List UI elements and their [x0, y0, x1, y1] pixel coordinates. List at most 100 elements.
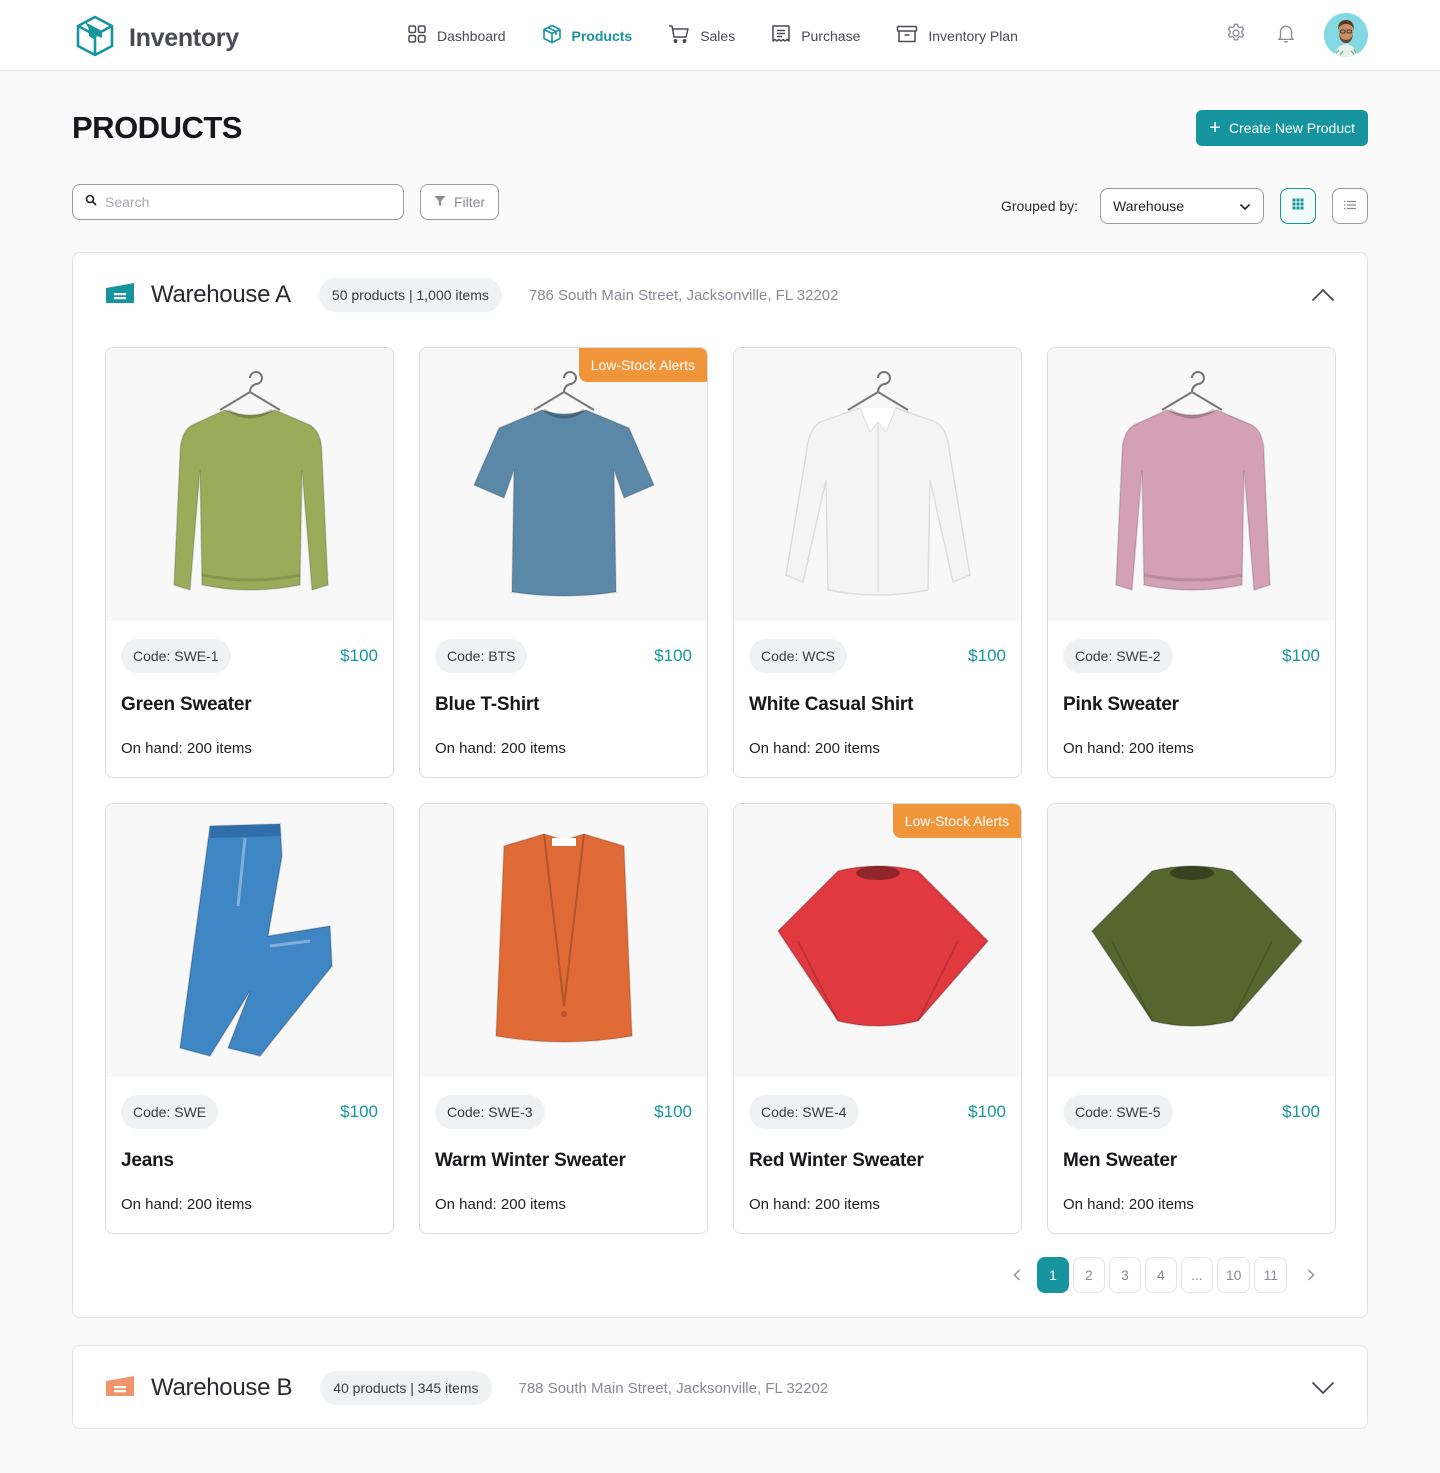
product-price: $100 — [1282, 1102, 1320, 1121]
warehouse-b-header[interactable]: Warehouse B 40 products | 345 items 788 … — [105, 1346, 1337, 1430]
product-on-hand: On hand: 200 items — [121, 1196, 252, 1213]
product-card[interactable]: Code: SWE-1 $100 Green Sweater On hand: … — [105, 347, 394, 778]
product-price: $100 — [654, 646, 692, 665]
product-code: Code: SWE-4 — [749, 1095, 859, 1129]
archive-icon — [896, 24, 928, 47]
product-name: Pink Sweater — [1063, 694, 1179, 715]
filter-icon — [434, 194, 454, 210]
nav-products-label: Products — [571, 27, 633, 44]
header-actions — [1224, 13, 1368, 57]
product-code: Code: SWE — [121, 1095, 219, 1129]
prev-page-button[interactable] — [1001, 1257, 1033, 1293]
search-input[interactable] — [105, 194, 385, 210]
product-card[interactable]: Code: SWE-2 $100 Pink Sweater On hand: 2… — [1047, 347, 1336, 778]
product-on-hand: On hand: 200 items — [1063, 1196, 1194, 1213]
product-code: Code: WCS — [749, 639, 847, 673]
app-logo[interactable]: Inventory — [75, 14, 239, 63]
product-image — [734, 348, 1021, 621]
chevron-down-icon — [1239, 198, 1251, 214]
grid-view-toggle[interactable] — [1280, 188, 1316, 224]
bell-icon — [1275, 22, 1297, 49]
nav-purchase-label: Purchase — [801, 27, 861, 44]
page-ellipsis[interactable]: ... — [1180, 1257, 1213, 1293]
page-button[interactable]: 1 — [1036, 1257, 1069, 1293]
warehouse-a-header[interactable]: Warehouse A 50 products | 1,000 items 78… — [105, 253, 1337, 337]
list-view-toggle[interactable] — [1332, 188, 1368, 224]
product-on-hand: On hand: 200 items — [435, 1196, 566, 1213]
nav-inventory-plan[interactable]: Inventory Plan — [896, 24, 1018, 47]
grouped-by-value: Warehouse — [1113, 198, 1185, 214]
product-code: Code: SWE-1 — [121, 639, 231, 673]
product-on-hand: On hand: 200 items — [435, 740, 566, 757]
product-image — [420, 804, 707, 1077]
product-card[interactable]: Low-Stock Alerts Code: SWE-4 $100 Red Wi… — [733, 803, 1022, 1234]
page-button[interactable]: 4 — [1144, 1257, 1177, 1293]
nav-dashboard[interactable]: Dashboard — [407, 24, 506, 47]
nav-purchase[interactable]: Purchase — [771, 24, 860, 47]
create-new-product-button[interactable]: + Create New Product — [1196, 110, 1368, 146]
page-button[interactable]: 3 — [1108, 1257, 1141, 1293]
search-field[interactable] — [72, 184, 404, 220]
page-title: PRODUCTS — [72, 110, 242, 145]
product-on-hand: On hand: 200 items — [749, 740, 880, 757]
warehouse-address: 788 South Main Street, Jacksonville, FL … — [518, 1379, 829, 1397]
nav-inventory-plan-label: Inventory Plan — [928, 27, 1018, 44]
gear-icon — [1225, 22, 1247, 49]
product-price: $100 — [340, 646, 378, 665]
page-button[interactable]: 10 — [1216, 1257, 1251, 1293]
product-name: Red Winter Sweater — [749, 1150, 924, 1171]
nav-products[interactable]: Products — [542, 24, 633, 47]
filter-label: Filter — [453, 194, 486, 210]
grouped-by-select[interactable]: Warehouse — [1100, 188, 1264, 224]
notifications-button[interactable] — [1274, 23, 1298, 47]
settings-button[interactable] — [1224, 23, 1248, 47]
low-stock-alert-badge: Low-Stock Alerts — [892, 804, 1021, 838]
cart-icon — [668, 24, 700, 47]
product-code: Code: BTS — [435, 639, 528, 673]
product-grid: Code: SWE-1 $100 Green Sweater On hand: … — [105, 347, 1336, 1234]
product-name: Warm Winter Sweater — [435, 1150, 626, 1171]
product-on-hand: On hand: 200 items — [749, 1196, 880, 1213]
product-code: Code: SWE-5 — [1063, 1095, 1173, 1129]
main-nav: Dashboard Products Sales Purchase Invent… — [407, 0, 1054, 71]
product-image — [106, 348, 393, 621]
box-logo-icon — [75, 14, 115, 63]
product-code: Code: SWE-3 — [435, 1095, 545, 1129]
product-name: Green Sweater — [121, 694, 252, 715]
warehouse-address: 786 South Main Street, Jacksonville, FL … — [528, 286, 839, 304]
warehouse-panel-a: Warehouse A 50 products | 1,000 items 78… — [72, 252, 1368, 1318]
collapse-button[interactable] — [1309, 283, 1337, 307]
nav-sales-label: Sales — [700, 27, 736, 44]
expand-button[interactable] — [1309, 1376, 1337, 1400]
product-card[interactable]: Code: SWE-5 $100 Men Sweater On hand: 20… — [1047, 803, 1336, 1234]
warehouse-count-badge: 50 products | 1,000 items — [318, 278, 502, 312]
grid-icon — [407, 24, 437, 47]
page-button[interactable]: 11 — [1254, 1257, 1287, 1293]
top-navigation-bar: Inventory Dashboard Products Sales Purch… — [0, 0, 1440, 71]
warehouse-count-badge: 40 products | 345 items — [320, 1371, 492, 1405]
avatar[interactable] — [1324, 13, 1368, 57]
product-price: $100 — [1282, 646, 1320, 665]
product-card[interactable]: Code: SWE $100 Jeans On hand: 200 items — [105, 803, 394, 1234]
product-card[interactable]: Low-Stock Alerts Code: BTS $100 Blue T-S… — [419, 347, 708, 778]
product-image — [106, 804, 393, 1077]
app-title: Inventory — [129, 24, 239, 52]
warehouse-icon — [105, 282, 135, 309]
product-image — [1048, 348, 1335, 621]
product-image: Low-Stock Alerts — [734, 804, 1021, 1077]
product-card[interactable]: Code: WCS $100 White Casual Shirt On han… — [733, 347, 1022, 778]
next-page-button[interactable] — [1295, 1257, 1327, 1293]
low-stock-alert-badge: Low-Stock Alerts — [578, 348, 707, 382]
page-list: 1 2 3 4... 10 11 — [1033, 1257, 1287, 1293]
product-price: $100 — [968, 646, 1006, 665]
plus-icon: + — [1209, 117, 1221, 139]
product-image — [1048, 804, 1335, 1077]
product-name: Blue T-Shirt — [435, 694, 540, 715]
page-button[interactable]: 2 — [1072, 1257, 1105, 1293]
filter-button[interactable]: Filter — [420, 184, 499, 220]
box-icon — [542, 24, 572, 47]
warehouse-icon — [105, 1375, 135, 1402]
nav-sales[interactable]: Sales — [668, 24, 735, 47]
product-card[interactable]: Code: SWE-3 $100 Warm Winter Sweater On … — [419, 803, 708, 1234]
create-new-product-label: Create New Product — [1228, 120, 1355, 136]
